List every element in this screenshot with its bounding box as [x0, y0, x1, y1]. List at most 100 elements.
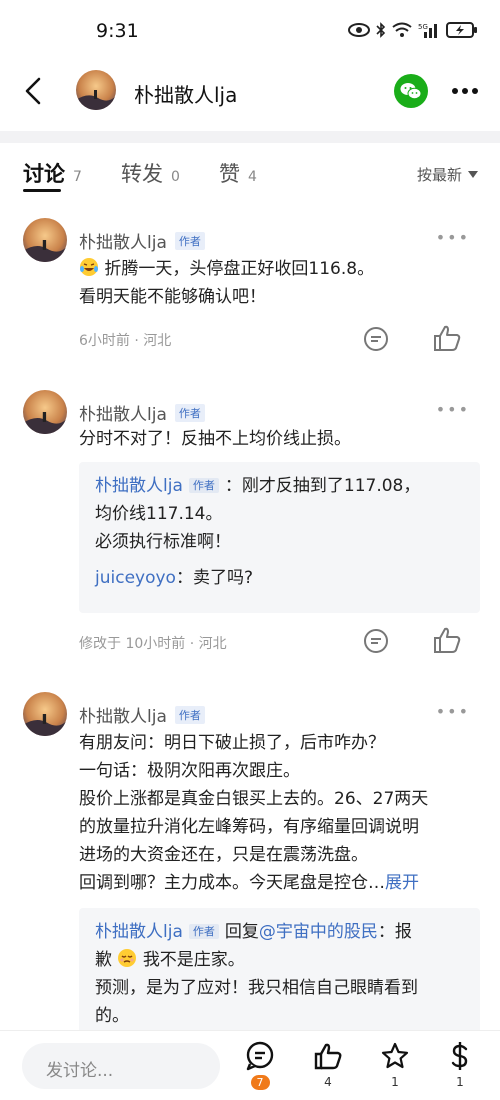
quote-text: 均价线117.14。 [95, 504, 223, 524]
sleepy-emoji-icon [118, 949, 137, 967]
quote-text: 报 [394, 922, 412, 942]
comment-text: 折腾一天，头停盘正好收回116.8。 看明天能不能够确认吧！ [79, 255, 479, 311]
author-badge: 作者 [174, 705, 205, 724]
comment-more-button[interactable]: ••• [436, 400, 470, 419]
quote-text: 必须执行标准啊！ [95, 532, 231, 552]
reply-icon[interactable] [362, 627, 390, 655]
nav-bar: 朴拙散人lja [0, 62, 500, 122]
status-bar: 9:31 5G [0, 0, 500, 62]
thumbs-up-icon [314, 1043, 342, 1070]
quote-separator: ： [377, 922, 395, 942]
quote-text: 卖了吗? [192, 568, 253, 588]
author-badge: 作者 [188, 924, 219, 939]
dollar-icon [451, 1042, 468, 1070]
avatar[interactable] [23, 218, 67, 262]
author-badge: 作者 [188, 478, 219, 493]
quote-text: 预测，是为了应对！我只相信自己眼睛看到 [95, 978, 418, 998]
sort-dropdown[interactable]: 按最新 [417, 164, 478, 185]
section-divider [0, 131, 500, 143]
quoted-replies[interactable]: 朴拙散人lja 作者 回复@宇宙中的股民：报 歉 我不是庄家。 预测，是为了应对！我… [79, 908, 480, 1030]
quote-author[interactable]: 朴拙散人lja [95, 476, 183, 496]
quote-item: juiceyoyo：卖了吗? [95, 564, 464, 592]
comment-item: 朴拙散人lja 作者 ••• 分时不对了！反抽不上均价线止损。 朴拙散人lja 作… [0, 390, 500, 660]
comment-line: 进场的大资金还在，只是在震荡洗盘。 [79, 845, 368, 865]
comment-line: 分时不对了！反抽不上均价线止损。 [79, 429, 351, 449]
tab-count: 0 [171, 169, 180, 185]
back-button[interactable] [18, 74, 48, 108]
favorite-button[interactable]: 1 [375, 1041, 415, 1089]
star-count: 1 [391, 1075, 399, 1089]
caret-down-icon [468, 170, 478, 178]
tab-count: 7 [73, 169, 82, 185]
quote-separator: ： [224, 476, 242, 496]
comment-more-button[interactable]: ••• [436, 228, 470, 247]
avatar[interactable] [23, 692, 67, 736]
eye-icon [348, 23, 370, 37]
author-name: 朴拙散人lja [79, 233, 167, 253]
laughing-crying-emoji-icon [80, 258, 98, 276]
author-name: 朴拙散人lja [79, 707, 167, 727]
quote-text: 的。 [95, 1006, 129, 1026]
reward-button[interactable]: 1 [440, 1041, 480, 1089]
quote-item: 歉 我不是庄家。 [95, 946, 464, 974]
bluetooth-icon [376, 22, 386, 38]
star-icon [381, 1042, 409, 1069]
avatar[interactable] [76, 70, 116, 110]
svg-text:5G: 5G [418, 23, 428, 31]
author-badge: 作者 [174, 231, 205, 250]
comment-item: 朴拙散人lja 作者 ••• 有朋友问：明日下破止损了，后市咋办？ 一句话：极阴… [0, 692, 500, 1030]
wechat-share-button[interactable] [394, 74, 428, 108]
like-button[interactable]: 4 [308, 1041, 348, 1089]
bottom-action-bar: 发讨论... 7 4 1 1 [0, 1030, 500, 1100]
like-icon[interactable] [432, 323, 462, 353]
comment-author[interactable]: 朴拙散人lja 作者 [79, 400, 205, 425]
more-dots-icon [452, 88, 478, 94]
comments-button[interactable]: 7 [240, 1041, 280, 1090]
more-options-button[interactable] [448, 76, 482, 106]
comment-line: 回调到哪？主力成本。今天尾盘是控仓… [79, 873, 385, 893]
expand-link[interactable]: 展开 [385, 873, 419, 893]
comment-bubble-icon [246, 1041, 274, 1071]
active-tab-indicator [23, 189, 61, 192]
tab-count: 4 [248, 169, 257, 185]
reply-icon[interactable] [362, 325, 390, 353]
comment-author[interactable]: 朴拙散人lja 作者 [79, 702, 205, 727]
comment-line: 的放量拉升消化左峰筹码，有序缩量回调说明 [79, 817, 419, 837]
sort-label: 按最新 [416, 166, 462, 184]
tab-likes[interactable]: 赞 4 [219, 158, 257, 188]
quote-item: 朴拙散人lja 作者 ：刚才反抽到了117.08， [95, 472, 464, 500]
comment-more-button[interactable]: ••• [436, 702, 470, 721]
quote-author[interactable]: juiceyoyo [95, 568, 176, 588]
comment-line: 看明天能不能够确认吧！ [79, 287, 266, 307]
tab-discussion[interactable]: 讨论 7 [23, 158, 82, 188]
comment-line: 折腾一天，头停盘正好收回116.8。 [104, 259, 375, 279]
tab-label: 讨论 [23, 162, 65, 186]
tab-repost[interactable]: 转发 0 [121, 158, 180, 188]
quoted-replies[interactable]: 朴拙散人lja 作者 ：刚才反抽到了117.08， 均价线117.14。 必须执行标… [79, 462, 480, 613]
comment-count-badge: 7 [250, 1075, 270, 1090]
reply-prefix: 回复 [224, 922, 259, 942]
like-count: 4 [324, 1075, 332, 1089]
chevron-left-icon [25, 77, 41, 105]
mention-link[interactable]: @宇宙中的股民 [259, 922, 378, 942]
wechat-icon [400, 83, 422, 100]
comment-input[interactable]: 发讨论... [22, 1043, 220, 1089]
comment-meta: 6小时前 · 河北 [79, 333, 172, 349]
status-icons: 5G [348, 22, 478, 38]
comment-item: 朴拙散人lja 作者 ••• 折腾一天，头停盘正好收回116.8。 看明天能不能… [0, 218, 500, 358]
tab-bar: 讨论 7 转发 0 赞 4 按最新 [0, 158, 500, 198]
author-name: 朴拙散人lja [79, 405, 167, 425]
reward-count: 1 [456, 1075, 464, 1089]
quote-text: 歉 [95, 950, 112, 970]
avatar[interactable] [23, 390, 67, 434]
quote-author[interactable]: 朴拙散人lja [95, 922, 183, 942]
tab-label: 赞 [219, 162, 240, 186]
comment-meta: 修改于 10小时前 · 河北 [79, 636, 227, 652]
like-icon[interactable] [432, 625, 462, 655]
page-title: 朴拙散人lja [134, 83, 238, 107]
comment-text: 有朋友问：明日下破止损了，后市咋办？ 一句话：极阴次阳再次跟庄。 股价上涨都是真… [79, 729, 479, 897]
status-time: 9:31 [96, 20, 139, 42]
comment-author[interactable]: 朴拙散人lja 作者 [79, 228, 205, 253]
comment-text: 分时不对了！反抽不上均价线止损。 [79, 425, 479, 453]
quote-text: 我不是庄家。 [142, 950, 245, 970]
